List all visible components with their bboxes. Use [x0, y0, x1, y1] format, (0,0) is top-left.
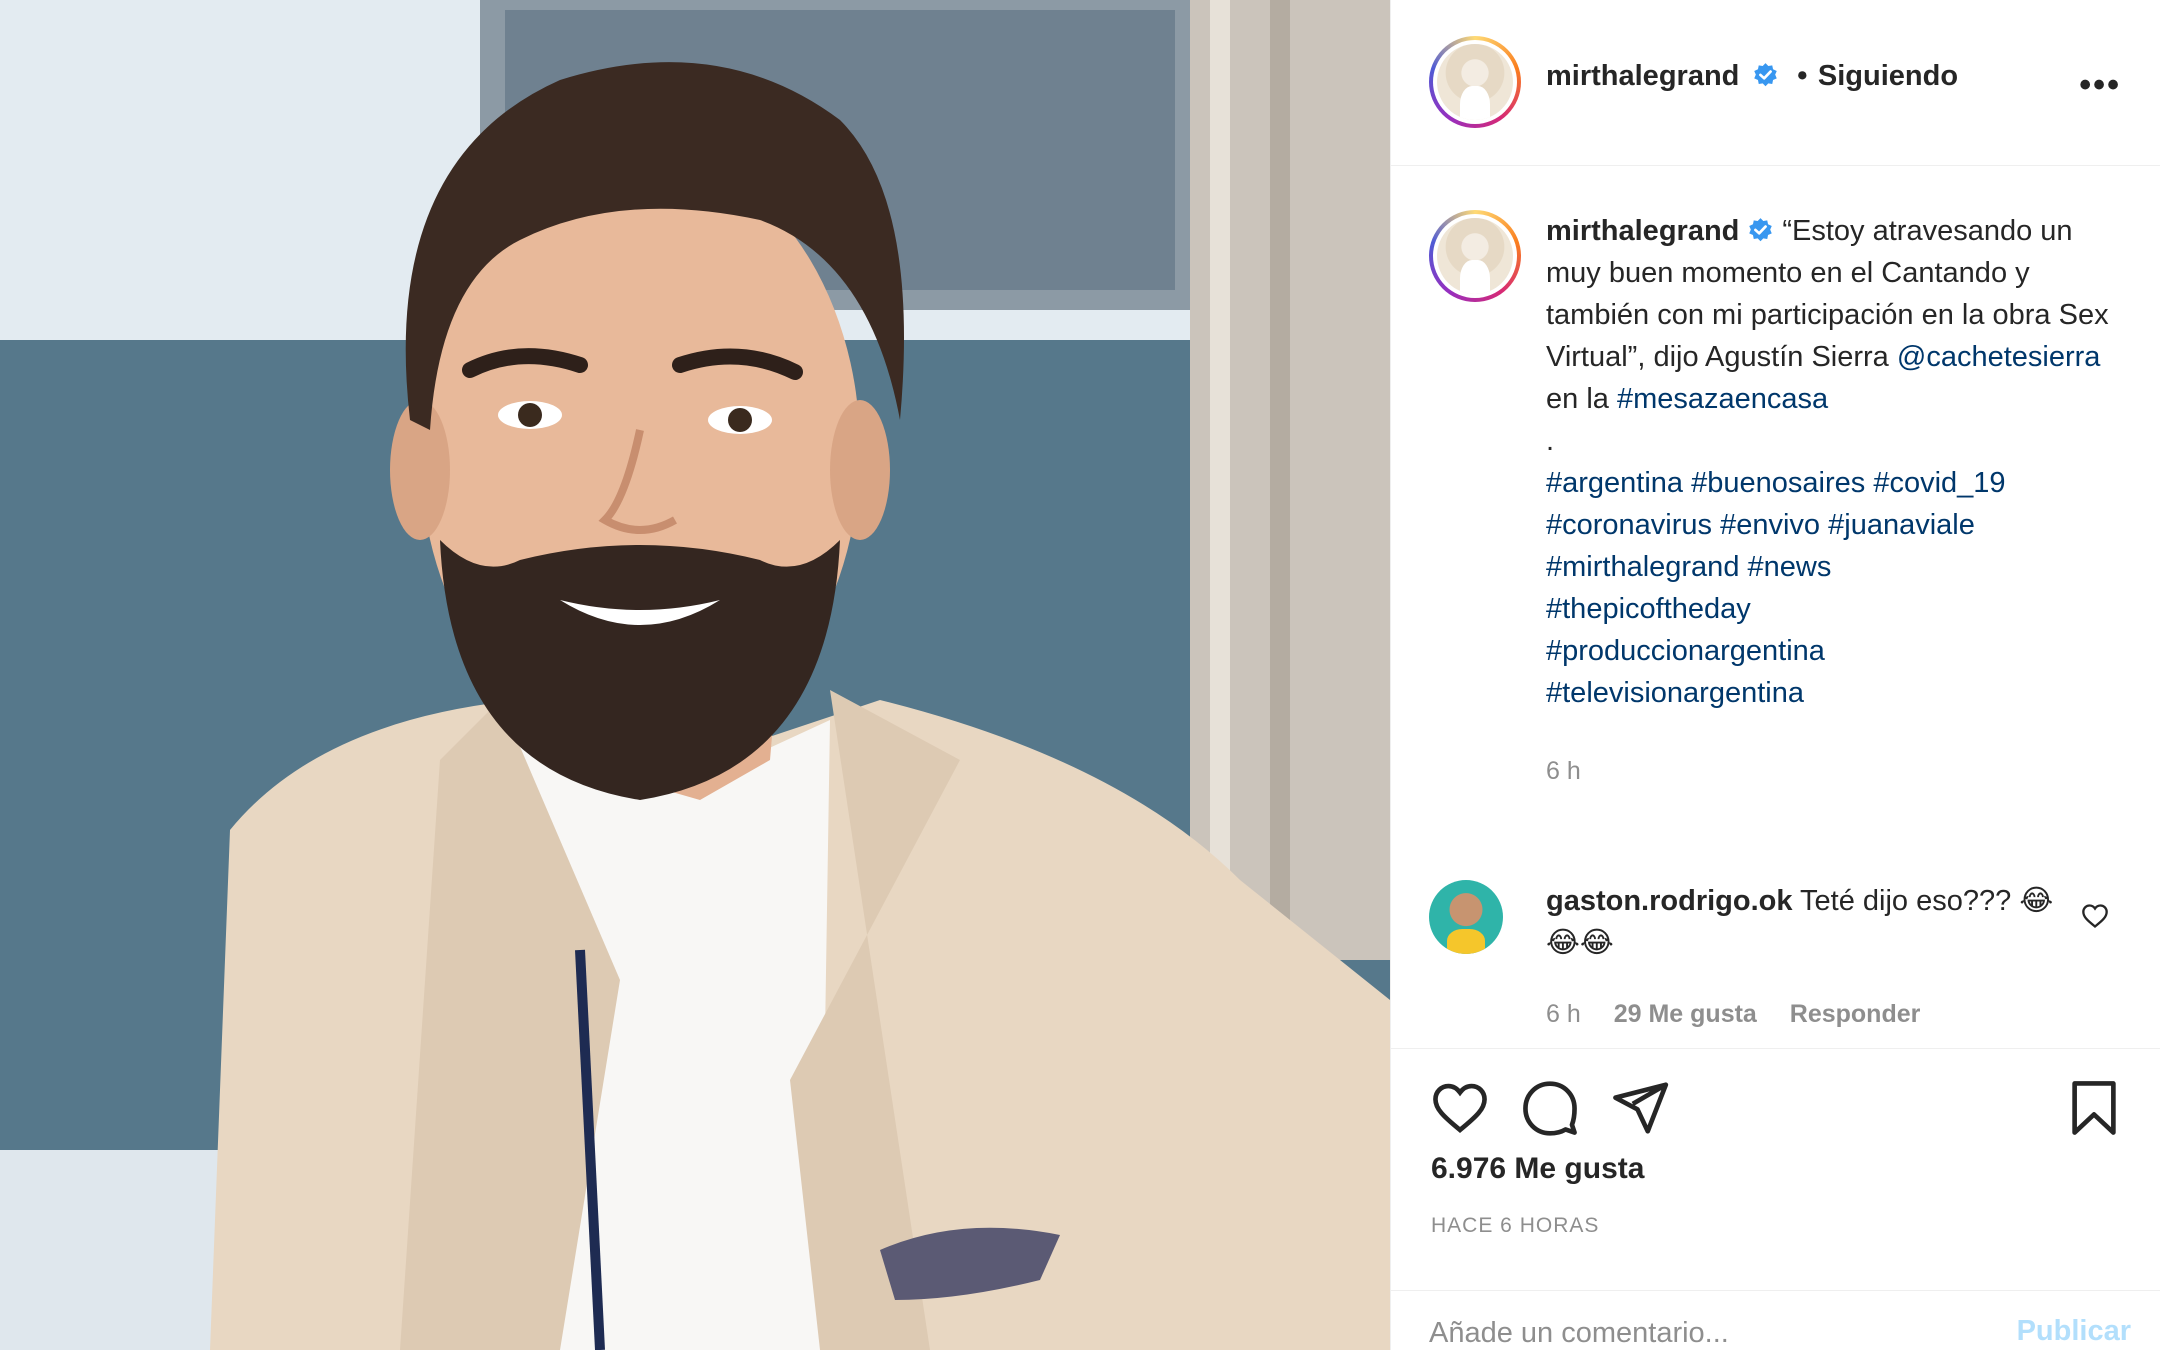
- hashtag-link[interactable]: #news: [1748, 551, 1832, 583]
- hashtag-link[interactable]: #juanaviale: [1828, 509, 1975, 541]
- reply-button[interactable]: Responder: [1790, 1000, 1921, 1028]
- header-username[interactable]: mirthalegrand: [1546, 60, 1739, 92]
- hashtag-link[interactable]: #produccionargentina: [1546, 635, 1825, 667]
- hashtag-link[interactable]: #mirthalegrand: [1546, 551, 1739, 583]
- post-header: mirthalegrand • Siguiendo •••: [1391, 0, 2160, 166]
- post-photo-illustration: [0, 0, 1390, 1350]
- hashtag-link[interactable]: #televisionargentina: [1546, 677, 1804, 709]
- commenter-username[interactable]: gaston.rodrigo.ok: [1546, 885, 1793, 917]
- profile-avatar-icon[interactable]: [1429, 36, 1521, 128]
- mention-link[interactable]: @cachetesierra: [1897, 341, 2101, 373]
- likes-count[interactable]: 6.976 Me gusta: [1431, 1152, 1644, 1186]
- publish-button[interactable]: Publicar: [2017, 1315, 2131, 1348]
- verified-badge-icon: [1749, 218, 1773, 242]
- header-separator: •: [1797, 60, 1808, 92]
- post-photo[interactable]: [0, 0, 1390, 1350]
- post-timestamp[interactable]: HACE 6 HORAS: [1431, 1214, 1599, 1238]
- comment-time[interactable]: 6 h: [1546, 1000, 1581, 1028]
- caption-avatar-icon[interactable]: [1429, 210, 1521, 302]
- header-user: mirthalegrand • Siguiendo: [1546, 60, 1958, 93]
- hashtag-link[interactable]: #thepicoftheday: [1546, 593, 1751, 625]
- hashtag-block: #argentina #buenosaires #covid_19 #coron…: [1546, 462, 2116, 714]
- caption-username[interactable]: mirthalegrand: [1546, 215, 1739, 247]
- action-bar: 6.976 Me gusta HACE 6 HORAS: [1391, 1048, 2160, 1308]
- bookmark-icon[interactable]: [2063, 1077, 2125, 1139]
- verified-badge-icon: [1754, 63, 1777, 87]
- comment-like-heart-icon[interactable]: [2081, 902, 2109, 930]
- instagram-post: mirthalegrand • Siguiendo ••• mirthalegr…: [0, 0, 2160, 1350]
- share-icon[interactable]: [1609, 1077, 1671, 1139]
- add-comment-bar: Publicar: [1391, 1290, 2160, 1350]
- more-options-icon[interactable]: •••: [2079, 66, 2121, 105]
- caption-body-2: en la: [1546, 383, 1617, 415]
- caption-dot: .: [1546, 425, 1555, 457]
- hashtag-link[interactable]: #argentina: [1546, 467, 1683, 499]
- caption-text: mirthalegrand “Estoy atravesando un muy …: [1546, 210, 2116, 792]
- comment-meta: 6 h 29 Me gusta Responder: [1546, 1000, 1946, 1029]
- caption-time[interactable]: 6 h: [1546, 750, 2116, 792]
- comment-likes[interactable]: 29 Me gusta: [1614, 1000, 1757, 1028]
- comment-input[interactable]: [1429, 1313, 1989, 1350]
- comment-text: gaston.rodrigo.ok Teté dijo eso??? 😂😂😂: [1546, 880, 2066, 964]
- hashtag-link[interactable]: #covid_19: [1873, 467, 2005, 499]
- hashtag-link[interactable]: #buenosaires: [1691, 467, 1865, 499]
- hashtag-link[interactable]: #mesazaencasa: [1617, 383, 1828, 415]
- heart-icon[interactable]: [1429, 1077, 1491, 1139]
- comment-icon[interactable]: [1519, 1077, 1581, 1139]
- following-button[interactable]: Siguiendo: [1818, 60, 1958, 92]
- post-sidebar: mirthalegrand • Siguiendo ••• mirthalegr…: [1390, 0, 2160, 1350]
- hashtag-link[interactable]: #coronavirus: [1546, 509, 1712, 541]
- hashtag-link[interactable]: #envivo: [1720, 509, 1820, 541]
- commenter-avatar-icon[interactable]: [1429, 880, 1503, 954]
